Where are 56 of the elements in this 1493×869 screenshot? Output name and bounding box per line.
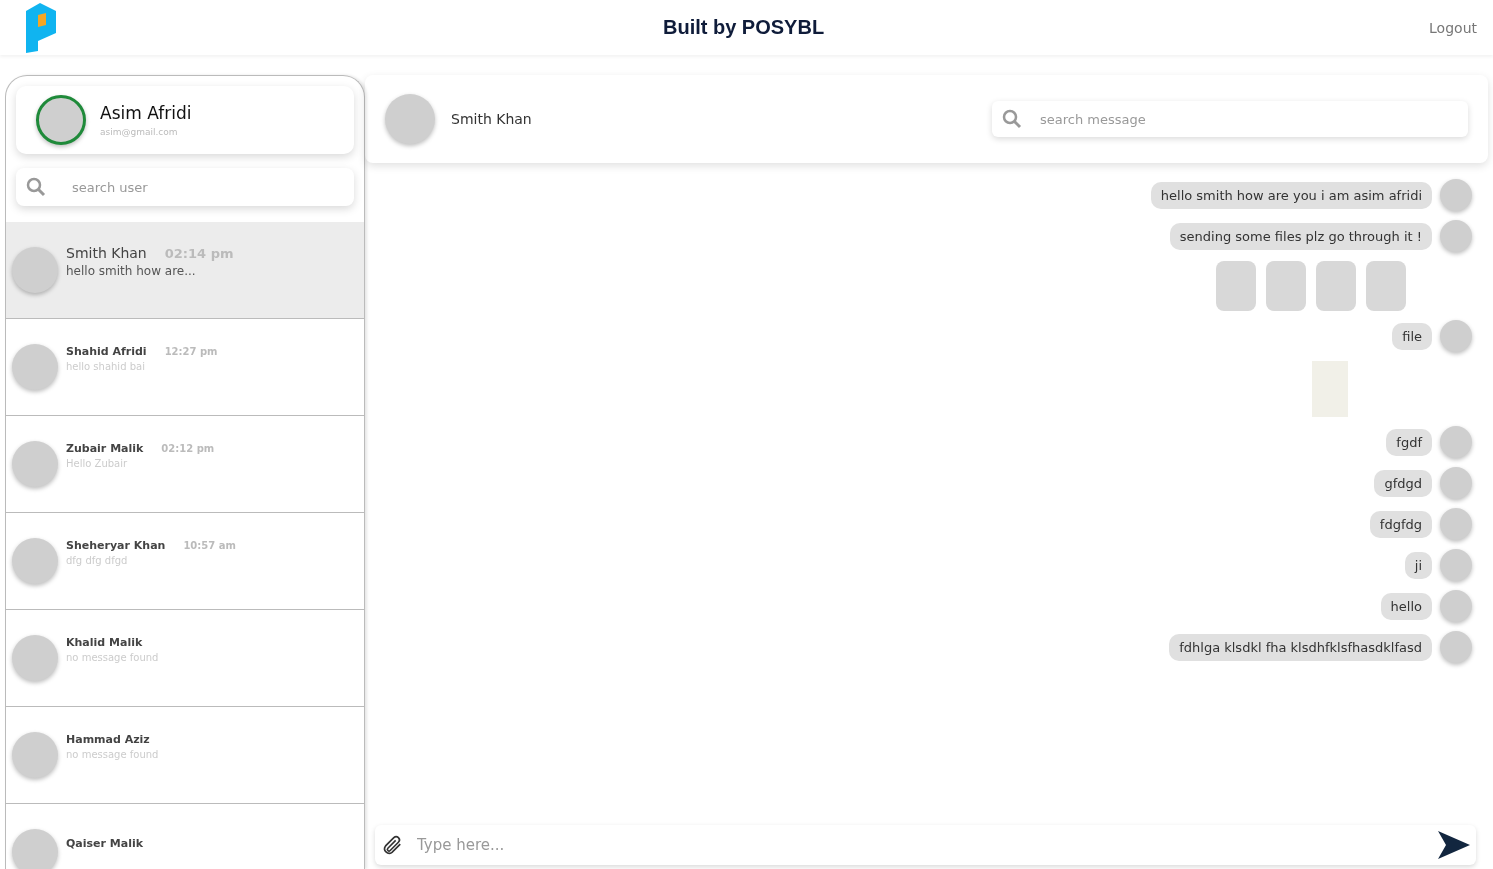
contact-name: Khalid Malik <box>66 635 143 649</box>
avatar-placeholder <box>385 94 435 144</box>
contact-name: Sheheryar Khan <box>66 538 166 552</box>
avatar-placeholder <box>12 441 58 487</box>
avatar-placeholder <box>12 538 58 584</box>
avatar-placeholder <box>12 247 58 293</box>
photo-placeholder[interactable] <box>1316 261 1356 311</box>
message-bubble: sending some files plz go through it ! <box>1169 222 1432 250</box>
search-field[interactable]: search message <box>1038 110 1458 128</box>
message-time: 10:57 am <box>183 539 236 551</box>
send-icon[interactable] <box>1438 831 1470 859</box>
photo-placeholder[interactable] <box>1366 261 1406 311</box>
chat-contact-name: Smith Khan <box>451 111 533 127</box>
message-time: 02:12 pm <box>161 442 215 454</box>
page-title: Built by POSYBL <box>662 16 825 39</box>
avatar-placeholder <box>36 95 86 145</box>
avatar-placeholder <box>12 829 58 869</box>
avatar-placeholder <box>1440 508 1472 540</box>
avatar-placeholder <box>1440 220 1472 252</box>
message-bubble: hello <box>1380 592 1432 620</box>
message-bubble: gfdgd <box>1374 469 1432 497</box>
avatar-placeholder <box>1440 426 1472 458</box>
message-bubble: fdhlga klsdkl fha klsdhfklsfhasdklfasd <box>1169 633 1432 661</box>
message-bubble: ji <box>1404 551 1432 579</box>
message-bubble: fdgfdg <box>1369 510 1432 538</box>
photo-placeholder[interactable] <box>1216 261 1256 311</box>
avatar-placeholder <box>1440 590 1472 622</box>
message-bubble: fgdf <box>1386 428 1432 456</box>
search-field[interactable]: search user <box>70 178 344 196</box>
message-input[interactable]: Type here... <box>415 835 1426 855</box>
avatar-placeholder <box>12 732 58 778</box>
logo-icon <box>24 2 58 53</box>
logout-link[interactable]: Logout <box>1429 19 1477 36</box>
avatar-placeholder <box>1440 320 1472 352</box>
avatar-placeholder <box>1440 179 1472 211</box>
search-icon <box>26 177 46 197</box>
avatar-placeholder <box>1440 631 1472 663</box>
message-bubble: file <box>1392 322 1432 350</box>
contact-name: Zubair Malik <box>66 441 144 455</box>
contact-name: Smith Khan <box>66 244 147 261</box>
avatar-placeholder <box>12 635 58 681</box>
message-time: 12:27 pm <box>164 345 218 357</box>
contact-name: Hammad Aziz <box>66 732 150 746</box>
message-preview: hello smith how are... <box>66 263 197 278</box>
contact-name: Shahid Afridi <box>66 344 147 358</box>
paperclip-icon[interactable] <box>381 834 403 856</box>
profile-email: asim@gmail.com <box>100 127 179 137</box>
message-bubble: hello smith how are you i am asim afridi <box>1150 181 1432 209</box>
search-icon <box>1002 109 1022 129</box>
contact-name: Qaiser Malik <box>66 836 144 850</box>
photo-placeholder[interactable] <box>1266 261 1306 311</box>
profile-name: Asim Afridi <box>100 103 192 123</box>
avatar-placeholder <box>12 344 58 390</box>
contact-item[interactable]: Qaiser Malik <box>6 804 364 869</box>
avatar-placeholder <box>1440 549 1472 581</box>
avatar-placeholder <box>1440 467 1472 499</box>
